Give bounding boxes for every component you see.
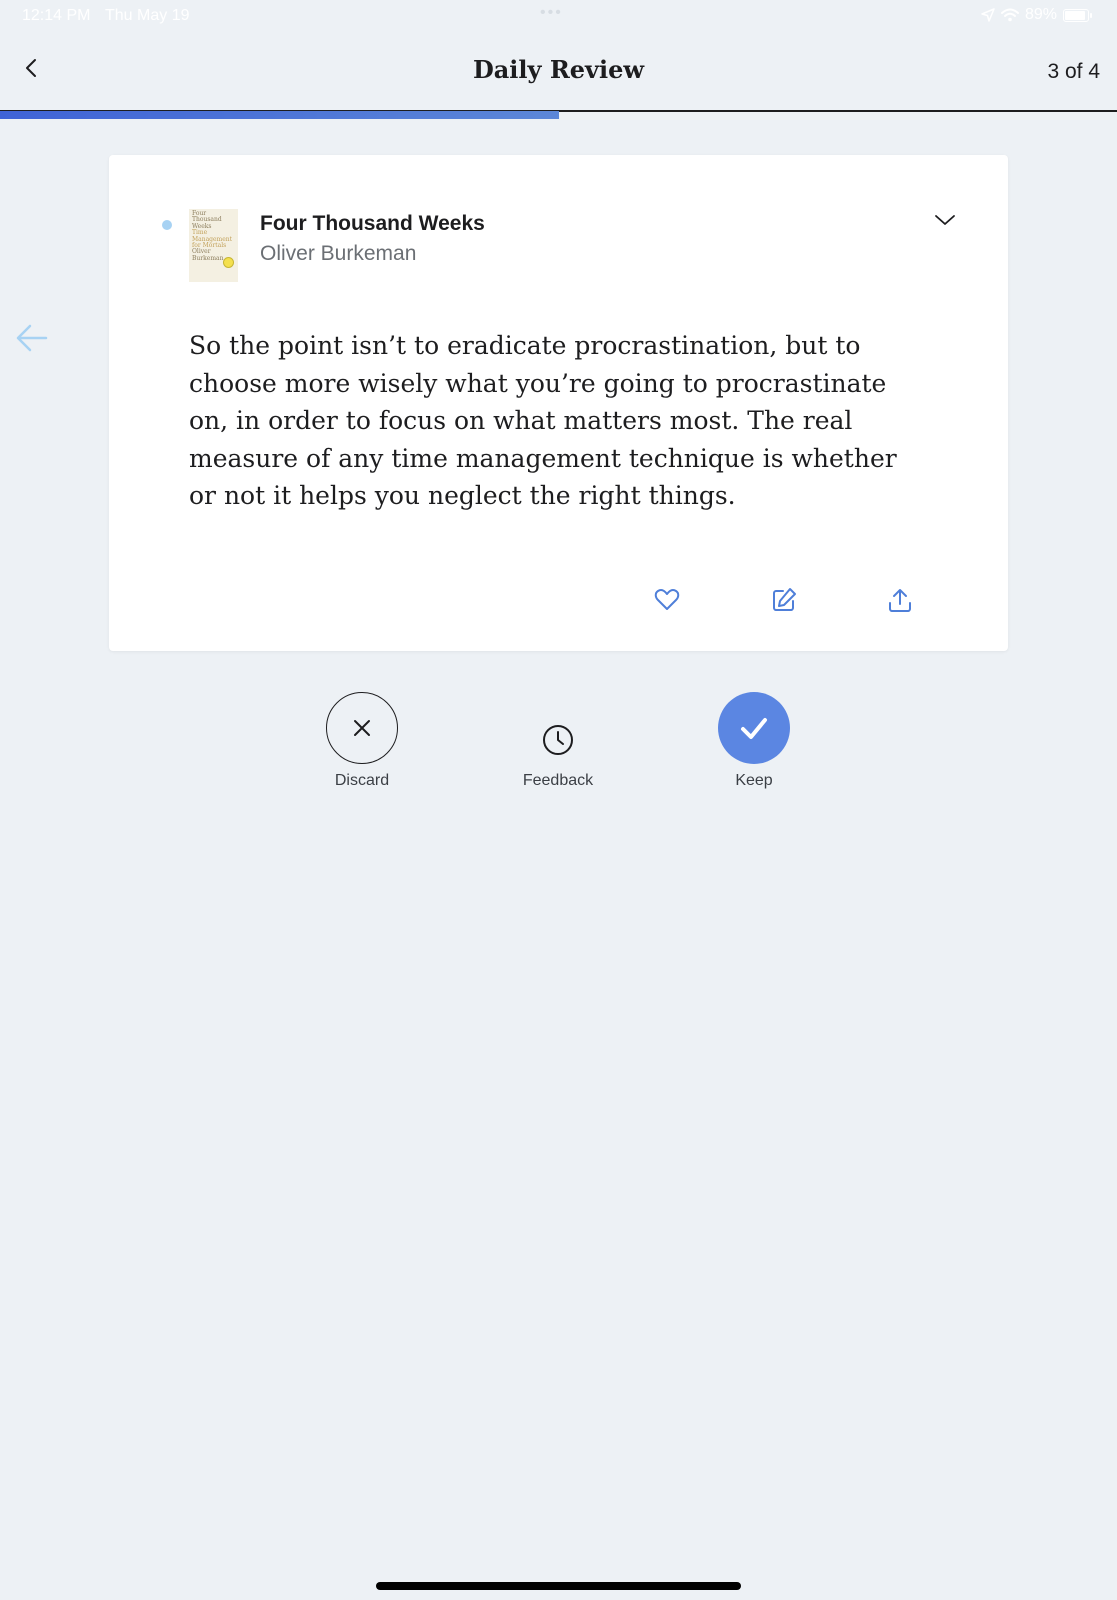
close-icon: [354, 720, 370, 736]
book-title: Four Thousand Weeks: [260, 212, 485, 235]
battery-icon: [1063, 8, 1092, 22]
battery-percent: 89%: [1024, 6, 1057, 23]
keep-label: Keep: [735, 772, 773, 789]
wifi-icon: [1000, 8, 1019, 22]
discard-button[interactable]: Discard: [297, 692, 427, 790]
previous-highlight-button[interactable]: [14, 320, 50, 356]
feedback-circle[interactable]: [522, 692, 594, 764]
page-title: Daily Review: [472, 55, 645, 84]
favorite-button[interactable]: [652, 585, 682, 615]
unread-indicator: [162, 220, 172, 230]
discard-circle[interactable]: [326, 692, 398, 764]
feedback-button[interactable]: Feedback: [493, 692, 623, 790]
status-indicators: 89%: [981, 6, 1092, 24]
share-icon: [889, 589, 911, 612]
card-actions: [109, 585, 1008, 617]
clock-icon: [543, 725, 573, 755]
lightbulb-icon: [223, 257, 234, 268]
checkmark-icon: [741, 718, 767, 739]
highlight-text: So the point isn’t to eradicate procrast…: [189, 331, 897, 510]
review-progress-fill: [0, 111, 559, 119]
home-indicator[interactable]: [376, 1582, 741, 1590]
chevron-down-icon: [935, 215, 955, 225]
book-cover: Four Thousand Weeks Time Management for …: [189, 209, 238, 282]
edit-button[interactable]: [769, 585, 799, 615]
nav-bar: Daily Review 3 of 4: [0, 32, 1117, 110]
multitasking-dots-icon[interactable]: •••: [540, 4, 563, 22]
status-time: 12:14 PM: [22, 7, 91, 24]
keep-circle[interactable]: [718, 692, 790, 764]
highlight-card: Four Thousand Weeks Time Management for …: [109, 155, 1008, 651]
battery-level: [1065, 10, 1085, 20]
edit-icon: [773, 588, 796, 611]
review-progress-bar: [0, 111, 1117, 119]
book-author: Oliver Burkeman: [260, 242, 417, 265]
expand-menu-button[interactable]: [932, 207, 958, 233]
status-date: Thu May 19: [105, 7, 190, 24]
progress-counter: 3 of 4: [1047, 60, 1100, 83]
heart-icon: [654, 589, 680, 610]
feedback-label: Feedback: [522, 772, 594, 789]
location-icon: [981, 8, 995, 22]
arrow-left-icon: [16, 324, 48, 352]
share-button[interactable]: [885, 585, 915, 615]
keep-button[interactable]: Keep: [689, 692, 819, 790]
discard-label: Discard: [334, 772, 390, 789]
review-actions: Discard Feedback Keep: [0, 692, 1117, 802]
status-bar: 12:14 PM Thu May 19 ••• 89%: [0, 0, 1117, 32]
